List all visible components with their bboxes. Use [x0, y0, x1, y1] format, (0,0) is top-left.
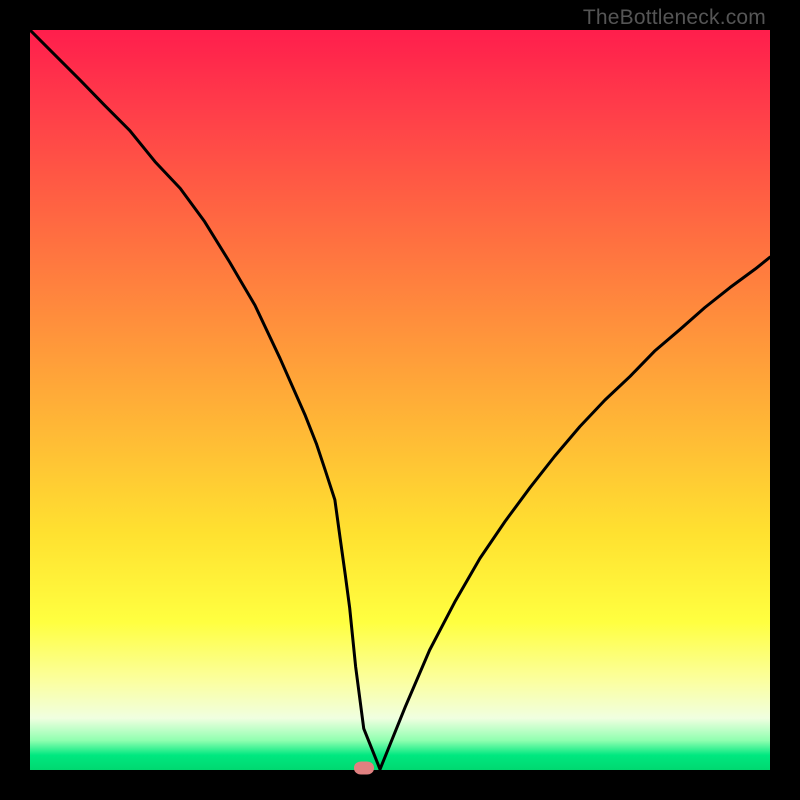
plot-area [30, 30, 770, 770]
chart-frame: TheBottleneck.com [0, 0, 800, 800]
watermark-text: TheBottleneck.com [583, 6, 766, 30]
highlight-marker [354, 761, 374, 774]
curve-svg [30, 30, 770, 770]
curve-line [30, 30, 770, 769]
